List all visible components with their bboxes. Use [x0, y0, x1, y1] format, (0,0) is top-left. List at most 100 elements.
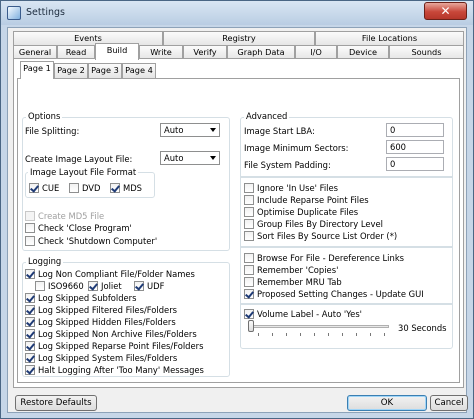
format-mds-option[interactable]: MDS: [110, 182, 142, 193]
log-item-checkbox[interactable]: [25, 364, 35, 375]
slider-tick: [286, 333, 287, 336]
adv-option-checkbox[interactable]: [244, 218, 254, 229]
slider-tick: [356, 333, 357, 336]
subtab-page-2[interactable]: Page 2: [54, 63, 88, 78]
log-item-checkbox[interactable]: [25, 292, 35, 303]
log-udf-option[interactable]: UDF: [134, 280, 164, 291]
title-bar[interactable]: Settings ✕: [1, 1, 473, 25]
format-cue-option[interactable]: CUE: [29, 182, 59, 193]
log-joliet-option[interactable]: Joliet: [88, 280, 122, 291]
start-lba-input[interactable]: 0: [386, 123, 444, 137]
dialog-client-area: Events Registry File Locations General R…: [7, 27, 468, 413]
adv-option[interactable]: Remember MRU Tab: [244, 276, 342, 287]
app-icon: [7, 6, 21, 20]
adv-option-checkbox[interactable]: [244, 182, 254, 193]
adv-option-checkbox[interactable]: [244, 230, 254, 241]
adv-option[interactable]: Include Reparse Point Files: [244, 194, 369, 205]
log-item[interactable]: Log Skipped Non Archive Files/Folders: [25, 328, 197, 339]
file-splitting-select[interactable]: Auto: [160, 123, 220, 137]
adv-option[interactable]: Ignore 'In Use' Files: [244, 182, 338, 193]
min-sectors-input[interactable]: 600: [386, 140, 444, 154]
adv-option[interactable]: Remember 'Copies': [244, 264, 338, 275]
check-close-label: Check 'Close Program': [38, 222, 132, 233]
format-mds-checkbox[interactable]: [110, 182, 120, 193]
log-item-checkbox[interactable]: [25, 304, 35, 315]
adv-option-label: Remember 'Copies': [257, 264, 339, 275]
format-dvd-label: DVD: [82, 182, 101, 193]
close-button[interactable]: ✕: [424, 2, 467, 20]
adv-option-checkbox[interactable]: [244, 288, 254, 299]
md5-option: Create MD5 File: [25, 210, 104, 221]
tab-events[interactable]: Events: [13, 31, 163, 46]
check-shutdown-checkbox[interactable]: [25, 235, 35, 246]
log-item-label: Log Skipped Subfolders: [38, 292, 137, 303]
format-cue-label: CUE: [42, 182, 60, 193]
fs-padding-input[interactable]: 0: [386, 157, 444, 171]
check-close-checkbox[interactable]: [25, 222, 35, 233]
advanced-divider: [240, 176, 453, 178]
adv-option-checkbox[interactable]: [244, 252, 254, 263]
log-udf-checkbox[interactable]: [134, 280, 144, 291]
log-item[interactable]: Log Skipped Hidden Files/Folders: [25, 316, 176, 327]
subtab-page-4[interactable]: Page 4: [122, 63, 156, 78]
chevron-down-icon: [210, 156, 216, 160]
ok-button[interactable]: OK: [347, 395, 427, 411]
log-item[interactable]: Log Skipped Filtered Files/Folders: [25, 304, 177, 315]
adv-option-checkbox[interactable]: [244, 206, 254, 217]
log-item-label: Halt Logging After 'Too Many' Messages: [38, 364, 204, 375]
log-iso9660-option[interactable]: ISO9660: [35, 280, 84, 291]
log-item-checkbox[interactable]: [25, 328, 35, 339]
adv-option[interactable]: Group Files By Directory Level: [244, 218, 383, 229]
file-splitting-value: Auto: [164, 125, 184, 135]
log-joliet-label: Joliet: [101, 280, 122, 291]
adv-option-label: Browse For File - Dereference Links: [257, 252, 405, 263]
format-cue-checkbox[interactable]: [29, 182, 39, 193]
format-dvd-option[interactable]: DVD: [69, 182, 100, 193]
format-dvd-checkbox[interactable]: [69, 182, 79, 193]
log-item[interactable]: Log Skipped Reparse Point Files/Folders: [25, 340, 203, 351]
settings-window: Settings ✕ Events Registry File Location…: [0, 0, 474, 419]
adv-option[interactable]: Browse For File - Dereference Links: [244, 252, 404, 263]
slider-track[interactable]: [249, 325, 389, 328]
adv-option[interactable]: Proposed Setting Changes - Update GUI: [244, 288, 424, 299]
chevron-down-icon: [210, 128, 216, 132]
log-item[interactable]: Halt Logging After 'Too Many' Messages: [25, 364, 204, 375]
check-shutdown-option[interactable]: Check 'Shutdown Computer': [25, 235, 157, 246]
subtab-page-1[interactable]: Page 1: [20, 61, 54, 79]
restore-defaults-button[interactable]: Restore Defaults: [15, 395, 97, 411]
image-layout-select[interactable]: Auto: [160, 151, 220, 165]
tab-build[interactable]: Build: [95, 43, 139, 60]
adv-option-checkbox[interactable]: [244, 264, 254, 275]
log-noncompliant-checkbox[interactable]: [25, 268, 35, 279]
log-item-checkbox[interactable]: [25, 340, 35, 351]
volume-label-checkbox[interactable]: [244, 308, 254, 319]
log-iso9660-checkbox[interactable]: [35, 280, 45, 291]
check-shutdown-label: Check 'Shutdown Computer': [38, 235, 158, 246]
slider-thumb[interactable]: [248, 320, 254, 332]
subtab-page-3[interactable]: Page 3: [88, 63, 122, 78]
log-joliet-checkbox[interactable]: [88, 280, 98, 291]
log-item-checkbox[interactable]: [25, 352, 35, 363]
adv-option-label: Optimise Duplicate Files: [257, 206, 359, 217]
tab-registry[interactable]: Registry: [163, 31, 315, 46]
cancel-button[interactable]: Cancel: [430, 395, 468, 411]
file-splitting-label: File Splitting:: [25, 126, 80, 136]
adv-option-checkbox[interactable]: [244, 194, 254, 205]
adv-option-label: Include Reparse Point Files: [257, 194, 369, 205]
slider-tick: [314, 333, 315, 336]
min-sectors-label: Image Minimum Sectors:: [244, 143, 349, 153]
adv-option-checkbox[interactable]: [244, 276, 254, 287]
log-noncompliant-option[interactable]: Log Non Compliant File/Folder Names: [25, 268, 195, 279]
log-item-label: Log Skipped Filtered Files/Folders: [38, 304, 178, 315]
adv-option[interactable]: Sort Files By Source List Order (*): [244, 230, 397, 241]
volume-label-option[interactable]: Volume Label - Auto 'Yes': [244, 308, 362, 319]
slider-tick: [328, 333, 329, 336]
log-item[interactable]: Log Skipped System Files/Folders: [25, 352, 177, 363]
log-item[interactable]: Log Skipped Subfolders: [25, 292, 137, 303]
tab-file-locations[interactable]: File Locations: [315, 31, 464, 46]
check-close-option[interactable]: Check 'Close Program': [25, 222, 132, 233]
log-item-checkbox[interactable]: [25, 316, 35, 327]
adv-option[interactable]: Optimise Duplicate Files: [244, 206, 358, 217]
image-layout-value: Auto: [164, 153, 184, 163]
log-item-label: Log Skipped System Files/Folders: [38, 352, 178, 363]
